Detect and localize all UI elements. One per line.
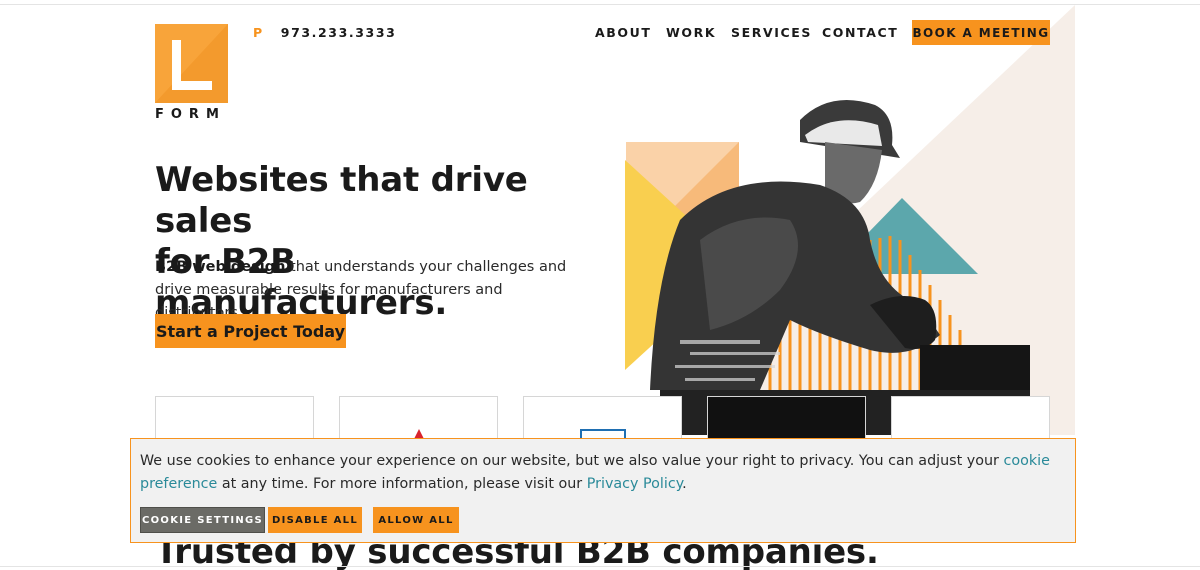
cookie-settings-button[interactable]: COOKIE SETTINGS: [140, 507, 265, 533]
cookie-text-1: We use cookies to enhance your experienc…: [140, 453, 1004, 469]
start-project-button[interactable]: Start a Project Today: [155, 314, 346, 348]
book-meeting-button[interactable]: BOOK A MEETING: [912, 20, 1050, 45]
allow-all-button[interactable]: ALLOW ALL: [373, 507, 459, 533]
nav-about[interactable]: ABOUT: [595, 25, 652, 40]
hero-headline-line1: Websites that drive sales: [155, 160, 528, 241]
logo[interactable]: FORM: [155, 24, 229, 122]
bottom-divider: [0, 566, 1200, 567]
hero-subcopy-bold: B2B web design: [155, 259, 286, 275]
phone-prefix: P: [253, 25, 264, 40]
logo-mark: [155, 24, 228, 103]
nav-contact[interactable]: CONTACT: [822, 25, 898, 40]
page: FORM P 973.233.3333 ABOUT WORK SERVICES …: [0, 0, 1200, 570]
cookie-text-3: .: [682, 476, 687, 492]
cookie-banner: We use cookies to enhance your experienc…: [130, 438, 1076, 543]
worker-illustration-icon: [625, 100, 1030, 435]
privacy-policy-link[interactable]: Privacy Policy: [587, 476, 682, 492]
nav-services[interactable]: SERVICES: [731, 25, 812, 40]
cookie-text-2: at any time. For more information, pleas…: [217, 476, 587, 492]
nav-work[interactable]: WORK: [666, 25, 716, 40]
disable-all-button[interactable]: DISABLE ALL: [268, 507, 362, 533]
phone-number[interactable]: P 973.233.3333: [253, 25, 396, 40]
cookie-message: We use cookies to enhance your experienc…: [140, 450, 1060, 496]
phone-value: 973.233.3333: [280, 25, 397, 40]
logo-wordmark: FORM: [155, 107, 226, 122]
